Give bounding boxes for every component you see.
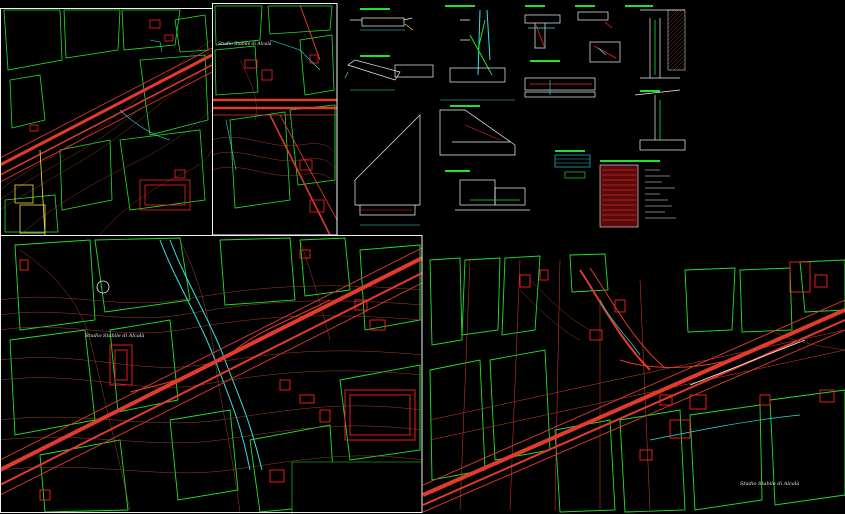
top-left-plan <box>0 8 213 236</box>
bottom-left-plan: Studio Stabile di Alcalà <box>0 235 423 514</box>
detail-sheet <box>338 0 686 235</box>
bottom-right-plan: Studio Stabile di Alcalà <box>422 250 845 514</box>
bottom-left-plan-label: Studio Stabile di Alcalà <box>85 332 144 339</box>
top-mid-plan: Studio Stabile di Alcalà <box>211 3 338 236</box>
top-mid-plan-label: Studio Stabile di Alcalà <box>218 40 272 47</box>
bottom-right-plan-label: Studio Stabile di Alcalà <box>740 480 799 487</box>
cad-drawing-canvas[interactable]: Studio Stabile di Alcalà Studio Stabile … <box>0 0 845 514</box>
